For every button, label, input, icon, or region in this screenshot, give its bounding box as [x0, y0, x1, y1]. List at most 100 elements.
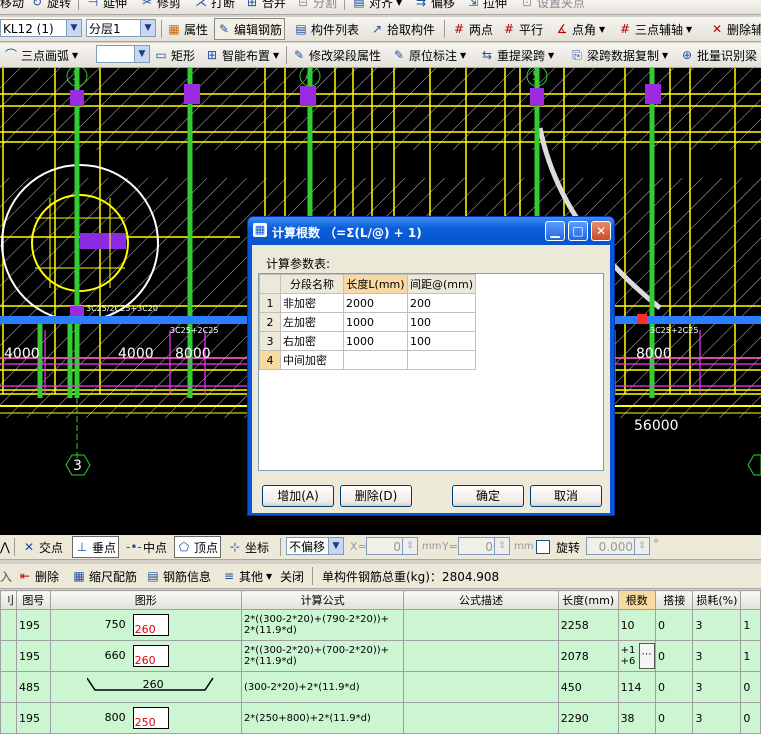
move-tool[interactable]: 移动	[0, 0, 24, 10]
shape-cell[interactable]: 260	[49, 671, 242, 703]
merge-tool[interactable]: ⊞ 合并	[245, 0, 286, 10]
break-tool[interactable]: ⋌ 打断	[194, 0, 235, 10]
other-menu[interactable]: ≡ 其他 ▼	[222, 564, 272, 588]
formula-cell[interactable]: 2*((300-2*20)+(700-2*20))+ 2*(11.9*d)	[240, 640, 405, 672]
segment-name-cell[interactable]: 右加密	[280, 331, 344, 351]
midpoint-snap[interactable]: -•- 中点	[126, 535, 167, 559]
rotate-input[interactable]: 0.000 ⇕	[586, 537, 650, 555]
smart-layout-button[interactable]: ⊞ 智能布置 ▼	[205, 43, 279, 67]
count-cell[interactable]: +1 +6 ⋯	[617, 640, 657, 672]
length-cell[interactable]: 1000	[343, 312, 408, 332]
spacing-cell[interactable]: 100	[406, 331, 477, 351]
x-input[interactable]: 0 ⇕	[366, 537, 418, 555]
point-angle-button[interactable]: ∡ 点角 ▼	[555, 17, 606, 41]
length-cell[interactable]: 1000	[343, 331, 408, 351]
attr-button[interactable]: ▦ 属性	[167, 17, 208, 41]
rotate-tool[interactable]: ↻ 旋转	[30, 0, 71, 10]
close-panel-button[interactable]: 关闭	[280, 564, 304, 588]
two-points-button[interactable]: # 两点	[452, 17, 493, 41]
shape-cell[interactable]: 660 260	[49, 640, 242, 672]
close-button[interactable]: ✕	[591, 221, 611, 241]
formula-cell[interactable]: 2*(250+800)+2*(11.9*d)	[240, 702, 405, 734]
length-cell[interactable]	[343, 350, 408, 370]
lap-cell[interactable]: 0	[654, 609, 694, 641]
formula-desc-cell[interactable]	[403, 671, 559, 703]
segment-name-cell[interactable]: 中间加密	[280, 350, 344, 370]
figure-number-cell[interactable]: 485	[16, 671, 51, 703]
batch-identify-button[interactable]: ⊕ 批量识别梁	[680, 43, 757, 67]
cancel-button[interactable]: 取消	[530, 485, 602, 507]
shape-cell[interactable]: 800 250	[49, 702, 242, 734]
set-grip-tool[interactable]: ⊡ 设置夹点	[520, 0, 585, 10]
member-list-button[interactable]: ▤ 构件列表	[294, 17, 359, 41]
offset-mode-select[interactable]: 不偏移 ▼	[286, 537, 344, 555]
shape-cell[interactable]: 750 260	[49, 609, 242, 641]
length-cell[interactable]: 2258	[557, 609, 619, 641]
ellipsis-button[interactable]: ⋯	[638, 643, 655, 669]
trim-tool[interactable]: ✂ 修剪	[140, 0, 181, 10]
layer-select[interactable]: 分层1 ▼	[86, 19, 156, 37]
stretch-tool[interactable]: ⇲ 拉伸	[466, 0, 507, 10]
lap-cell[interactable]: 0	[654, 640, 694, 672]
copy-span-data-button[interactable]: ⎘ 梁跨数据复制 ▼	[570, 43, 668, 67]
delete-button[interactable]: 删除(D)	[340, 485, 412, 507]
y-input[interactable]: 0 ⇕	[458, 537, 510, 555]
spacing-cell[interactable]: 100	[406, 312, 477, 332]
edit-rebar-button[interactable]: ✎ 编辑钢筋	[214, 18, 286, 40]
figure-number-cell[interactable]: 195	[16, 702, 51, 734]
add-button[interactable]: 增加(A)	[262, 485, 334, 507]
delete-aux-button[interactable]: ✕ 删除辅	[710, 17, 761, 41]
scale-rebar-button[interactable]: ▦ 缩尺配筋	[72, 564, 137, 588]
delete-row-button[interactable]: ⇤ 删除	[18, 564, 59, 588]
modify-span-attr-button[interactable]: ✎ 修改梁段属性	[292, 43, 381, 67]
intersection-snap[interactable]: ✕ 交点	[22, 535, 63, 559]
loss-cell[interactable]: 3	[692, 640, 742, 672]
count-cell[interactable]: 114	[617, 671, 657, 703]
rebar-info-button[interactable]: ▤ 钢筋信息	[146, 564, 211, 588]
formula-cell[interactable]: 2*((300-2*20)+(790-2*20))+ 2*(11.9*d)	[240, 609, 405, 641]
loss-cell[interactable]: 3	[692, 609, 742, 641]
three-point-arc-button[interactable]: ⌒ 三点画弧 ▼	[4, 43, 78, 67]
extend-tool[interactable]: ⊣ 延伸	[86, 0, 127, 10]
beam-select[interactable]: KL12 (1) ▼	[0, 19, 82, 37]
draw-mode-select[interactable]: ▼	[96, 45, 150, 63]
table-row[interactable]: 195 750 260 2*((300-2*20)+(790-2*20))+ 2…	[0, 609, 761, 641]
table-row[interactable]: 195 800 250 2*(250+800)+2*(11.9*d) 2290 …	[0, 702, 761, 734]
three-point-aux-button[interactable]: # 三点辅轴 ▼	[618, 17, 692, 41]
coord-snap[interactable]: ⊹ 坐标	[228, 535, 269, 559]
loss-cell[interactable]: 3	[692, 671, 742, 703]
split-tool[interactable]: ⊟ 分割	[296, 0, 337, 10]
length-cell[interactable]: 2078	[557, 640, 619, 672]
formula-desc-cell[interactable]	[403, 609, 559, 641]
rect-button[interactable]: ▭ 矩形	[154, 43, 195, 67]
lap-cell[interactable]: 0	[654, 702, 694, 734]
parallel-button[interactable]: # 平行	[502, 17, 543, 41]
length-cell[interactable]: 2290	[557, 702, 619, 734]
insert-button[interactable]: 入	[0, 564, 12, 588]
table-row[interactable]: 485 260 (300-2*20)+2*(11.9*d) 450 114 0 …	[0, 671, 761, 703]
count-cell[interactable]: 38	[617, 702, 657, 734]
original-annotation-button[interactable]: ✎ 原位标注 ▼	[392, 43, 466, 67]
maximize-button[interactable]: □	[568, 221, 588, 241]
length-cell[interactable]: 450	[557, 671, 619, 703]
align-tool[interactable]: ▤ 对齐 ▼	[352, 0, 402, 10]
figure-number-cell[interactable]: 195	[16, 640, 51, 672]
length-cell[interactable]: 2000	[343, 293, 408, 313]
segment-name-cell[interactable]: 非加密	[280, 293, 344, 313]
figure-number-cell[interactable]: 195	[16, 609, 51, 641]
dialog-titlebar[interactable]: ▦ 计算根数 （=Σ(L/@) + 1) ▁ □ ✕	[248, 217, 614, 245]
lap-cell[interactable]: 0	[654, 671, 694, 703]
minimize-button[interactable]: ▁	[545, 221, 565, 241]
pick-member-button[interactable]: ↗ 拾取构件	[370, 17, 435, 41]
count-cell[interactable]: 10	[617, 609, 657, 641]
formula-desc-cell[interactable]	[403, 640, 559, 672]
table-row[interactable]: 195 660 260 2*((300-2*20)+(700-2*20))+ 2…	[0, 640, 761, 672]
formula-desc-cell[interactable]	[403, 702, 559, 734]
offset-tool[interactable]: ⇉ 偏移	[414, 0, 455, 10]
segment-name-cell[interactable]: 左加密	[280, 312, 344, 332]
vertex-snap[interactable]: ⬠ 顶点	[174, 536, 222, 558]
ok-button[interactable]: 确定	[452, 485, 524, 507]
re-pick-span-button[interactable]: ⇆ 重提梁跨 ▼	[480, 43, 554, 67]
loss-cell[interactable]: 3	[692, 702, 742, 734]
formula-cell[interactable]: (300-2*20)+2*(11.9*d)	[240, 671, 405, 703]
